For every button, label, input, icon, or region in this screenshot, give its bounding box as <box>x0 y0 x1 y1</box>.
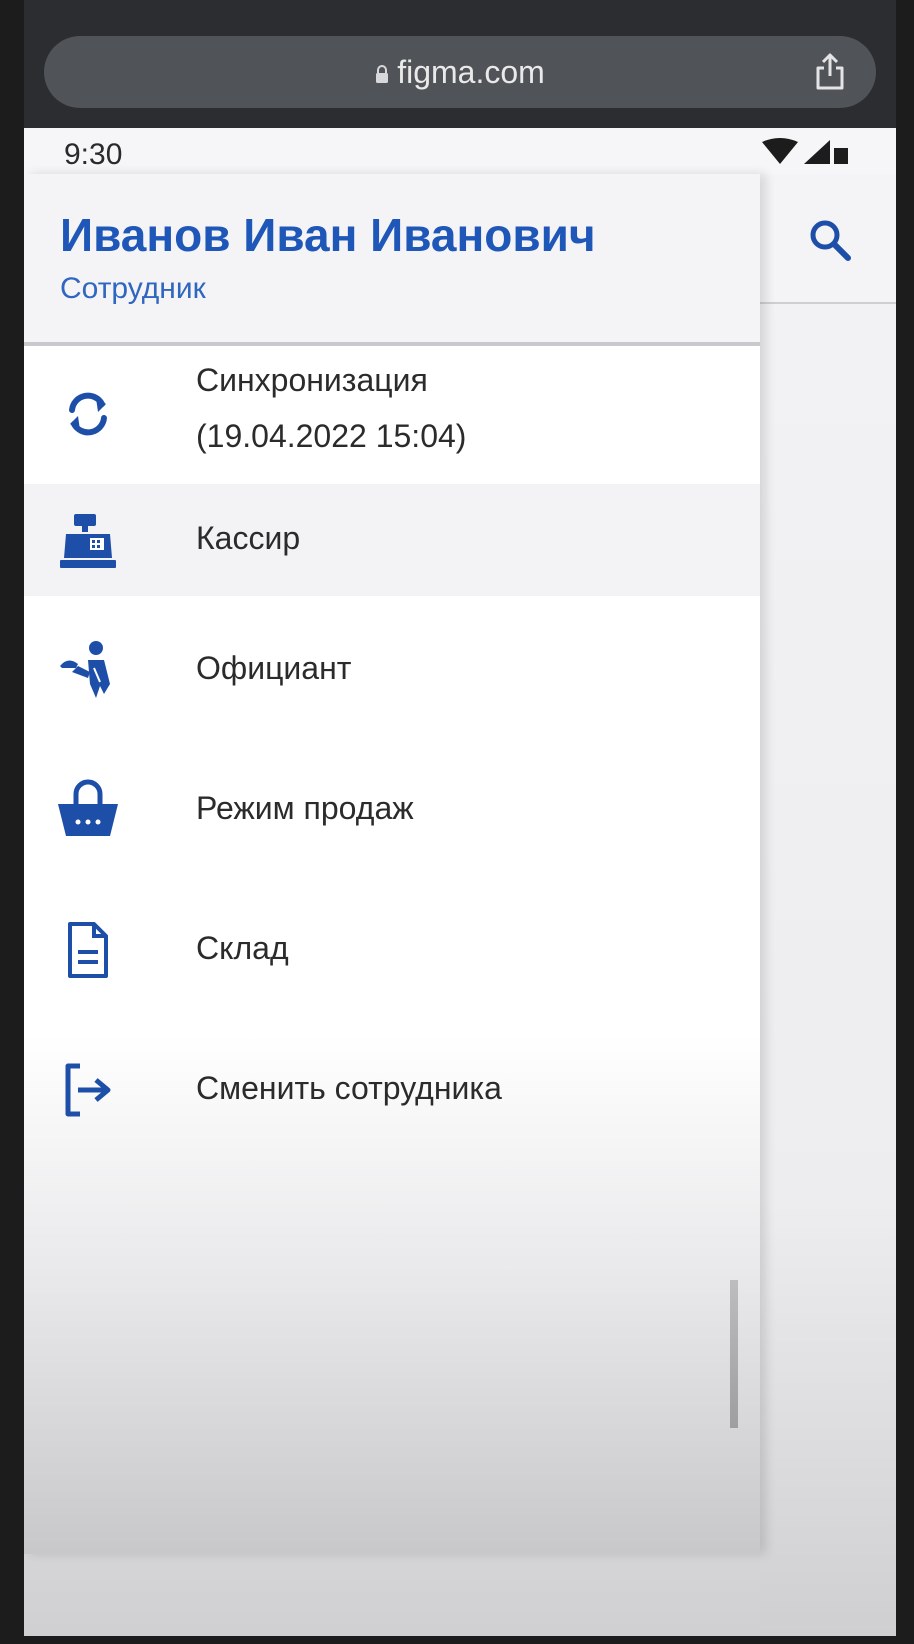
share-icon[interactable] <box>810 52 850 92</box>
sync-title: Синхронизация <box>196 362 428 398</box>
wifi-icon <box>762 138 798 164</box>
url-text: figma.com <box>397 53 545 90</box>
menu-item-sync[interactable]: Синхронизация (19.04.2022 15:04) <box>24 346 760 484</box>
document-icon <box>68 922 108 978</box>
signal-icons <box>762 138 848 164</box>
main-content-area <box>760 304 896 1636</box>
cash-register-icon <box>60 514 116 568</box>
search-icon[interactable] <box>806 216 854 264</box>
status-time: 9:30 <box>64 138 123 171</box>
device-bottom-bezel <box>0 1636 914 1644</box>
sync-timestamp: (19.04.2022 15:04) <box>196 418 467 454</box>
app-screen: 9:30 Иванов Иван Иванович Сотрудник Синх… <box>24 128 896 1636</box>
menu-item-sales-mode[interactable]: Режим продаж <box>24 750 760 874</box>
logout-icon <box>65 1063 111 1117</box>
navigation-drawer: Иванов Иван Иванович Сотрудник Синхрониз… <box>24 174 760 1554</box>
drawer-header: Иванов Иван Иванович Сотрудник <box>24 174 760 346</box>
menu-item-warehouse[interactable]: Склад <box>24 890 760 1014</box>
menu-label-cashier: Кассир <box>196 520 301 556</box>
status-bar: 9:30 <box>24 128 896 174</box>
sync-icon <box>69 392 107 436</box>
menu-label-waiter: Официант <box>196 650 352 686</box>
menu-item-cashier[interactable]: Кассир <box>24 484 760 596</box>
lock-icon <box>376 65 389 83</box>
menu-label-warehouse: Склад <box>196 930 289 966</box>
waiter-icon <box>60 641 110 698</box>
menu-item-change-employee[interactable]: Сменить сотрудника <box>24 1030 760 1154</box>
battery-icon <box>834 148 848 164</box>
menu-item-waiter[interactable]: Официант <box>24 610 760 734</box>
drawer-edge <box>730 1280 738 1428</box>
device-frame: figma.com 9:30 Иванов Иван Иванович Сотр… <box>0 0 914 1644</box>
menu-label-sales-mode: Режим продаж <box>196 790 414 826</box>
cellular-icon <box>804 140 830 164</box>
user-name: Иванов Иван Иванович <box>60 209 596 261</box>
menu-label-change-employee: Сменить сотрудника <box>196 1070 502 1106</box>
address-bar[interactable]: figma.com <box>44 36 876 108</box>
user-role: Сотрудник <box>60 272 206 305</box>
menu-label-sync: Синхронизация (19.04.2022 15:04) <box>196 352 466 464</box>
browser-toolbar: figma.com <box>24 0 896 128</box>
address-bar-content: figma.com <box>44 36 876 108</box>
shopping-basket-icon <box>58 779 118 836</box>
